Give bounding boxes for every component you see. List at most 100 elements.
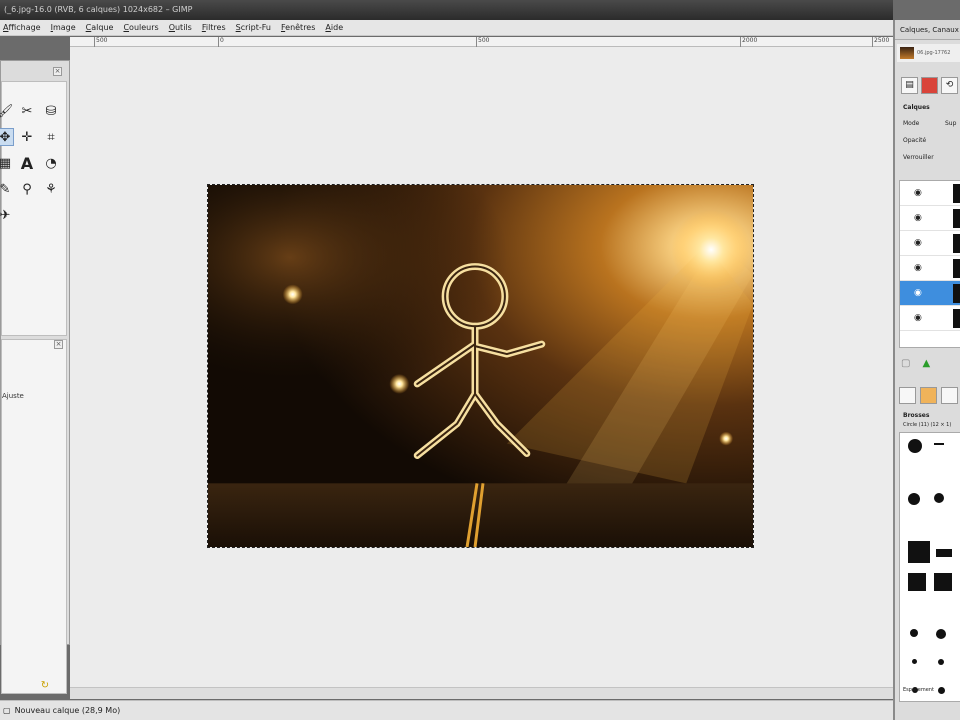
layers-heading: Calques: [903, 104, 930, 111]
tab-paths[interactable]: ⟲: [941, 76, 958, 94]
brush-swatch[interactable]: [908, 573, 926, 591]
menu-calque[interactable]: Calque: [86, 23, 114, 32]
eye-icon[interactable]: ◉: [914, 213, 922, 223]
dock-tabs: ▤ ⟲: [897, 74, 960, 96]
brushes-heading: Brosses: [903, 412, 930, 419]
layer-thumbnail: [953, 259, 960, 278]
horizontal-scrollbar[interactable]: [70, 687, 893, 699]
menu-script-fu[interactable]: Script-Fu: [236, 23, 271, 32]
layer-row[interactable]: ◉: [900, 306, 960, 331]
window-title: (_6.jpg-16.0 (RVB, 6 calques) 1024x682 –…: [4, 5, 193, 14]
menu-couleurs[interactable]: Couleurs: [123, 23, 158, 32]
brush-tabs: [899, 384, 960, 406]
ruler-tick: 500: [93, 37, 108, 47]
menu-filtres[interactable]: Filtres: [202, 23, 226, 32]
street-lamp: [719, 431, 734, 446]
layer-row[interactable]: ◉: [900, 231, 960, 256]
eye-icon[interactable]: ◉: [914, 238, 922, 248]
tab-brushes[interactable]: [899, 386, 916, 404]
menu-aide[interactable]: Aide: [325, 23, 343, 32]
tab-patterns[interactable]: [920, 386, 937, 404]
layer-row-selected[interactable]: ◉: [900, 281, 960, 306]
brush-swatch[interactable]: [934, 493, 944, 503]
tab-gradients[interactable]: [941, 386, 958, 404]
ruler-tick: 0: [218, 37, 224, 47]
text-tool-icon[interactable]: A: [18, 154, 36, 173]
bucket-tool-icon[interactable]: ⛁: [42, 102, 60, 120]
brush-swatch[interactable]: [936, 629, 946, 639]
scissors-tool-icon[interactable]: ✂: [18, 102, 36, 120]
brushes-grid[interactable]: [899, 432, 960, 702]
brush-swatch[interactable]: [938, 687, 945, 694]
eye-icon[interactable]: ◉: [914, 263, 922, 273]
eye-icon[interactable]: ◉: [914, 288, 922, 298]
horizontal-ruler[interactable]: 500 0 500 2000 2500: [70, 37, 893, 47]
window-titlebar: (_6.jpg-16.0 (RVB, 6 calques) 1024x682 –…: [0, 0, 893, 20]
measure-tool-icon[interactable]: ◔: [42, 154, 60, 172]
layer-row[interactable]: ◉: [900, 181, 960, 206]
brush-swatch[interactable]: [908, 541, 930, 563]
layer-thumbnail: [953, 209, 960, 228]
lock-label: Verrouiller: [903, 154, 934, 161]
paint-tool-icon[interactable]: 🖌: [0, 102, 14, 120]
layer-row[interactable]: ◉: [900, 206, 960, 231]
align-tool-icon[interactable]: ✛: [18, 128, 36, 146]
toolbox-tools-panel: 🖌 ✂ ⛁ ✥ ✛ ⌗ ▦ A ◔ ✎ ⚲ ⚘ ✈: [0, 81, 67, 336]
tool-option-label: Ajuste: [2, 392, 24, 400]
statusbar-icon: ▢: [3, 706, 11, 715]
dock-title: Calques, Canaux: [895, 20, 960, 40]
layer-buttons: ▢ ▲: [901, 358, 960, 372]
tab-layers[interactable]: ▤: [901, 76, 918, 94]
layer-thumbnail: [953, 184, 960, 203]
eye-icon[interactable]: ◉: [914, 313, 922, 323]
menu-fenetres[interactable]: Fenêtres: [281, 23, 315, 32]
image-thumbnail: [900, 47, 914, 59]
brush-swatch[interactable]: [934, 443, 944, 445]
image-name: 06.jpg-17762: [917, 50, 951, 56]
reset-options-icon[interactable]: ↻: [36, 676, 54, 694]
image-content[interactable]: [207, 184, 754, 548]
spacing-label: Espacement: [903, 687, 934, 693]
pencil-tool-icon[interactable]: ✎: [0, 180, 14, 198]
layer-row[interactable]: ◉: [900, 256, 960, 281]
toolbox-close-icon[interactable]: ×: [53, 67, 62, 76]
menu-image[interactable]: Image: [51, 23, 76, 32]
brush-swatch[interactable]: [938, 659, 944, 665]
street-lamp: [671, 209, 752, 290]
brush-swatch[interactable]: [912, 659, 917, 664]
new-layer-icon[interactable]: ▢: [901, 358, 910, 372]
color-tool-icon[interactable]: ▦: [0, 154, 14, 172]
clone-tool-icon[interactable]: ⚲: [18, 180, 36, 198]
brush-swatch[interactable]: [908, 439, 922, 453]
layer-thumbnail: [953, 309, 960, 328]
move-tool-icon[interactable]: ✥: [0, 128, 14, 146]
image-selector[interactable]: 06.jpg-17762: [897, 44, 960, 62]
tab-channels[interactable]: [921, 76, 938, 94]
brush-swatch[interactable]: [936, 549, 952, 557]
tool-options-close-icon[interactable]: ×: [54, 340, 63, 349]
mode-label: Mode: [903, 120, 920, 127]
brush-swatch[interactable]: [910, 629, 918, 637]
layers-list: ◉ ◉ ◉ ◉ ◉ ◉: [899, 180, 960, 348]
toolbox-window: 🖌 ✂ ⛁ ✥ ✛ ⌗ ▦ A ◔ ✎ ⚲ ⚘ ✈ × × Ajuste ↻: [0, 60, 70, 694]
raise-layer-icon[interactable]: ▲: [922, 358, 930, 372]
crop-tool-icon[interactable]: ⌗: [42, 128, 60, 146]
status-text: Nouveau calque (28,9 Mo): [14, 706, 121, 715]
status-bar: ▢ Nouveau calque (28,9 Mo): [0, 700, 893, 720]
menu-affichage[interactable]: Affichage: [3, 23, 41, 32]
ruler-tick: 500: [475, 37, 490, 47]
brush-swatch[interactable]: [934, 573, 952, 591]
street-lamp: [282, 284, 303, 305]
street-lamp: [389, 373, 410, 394]
airbrush-tool-icon[interactable]: ✈: [0, 206, 14, 224]
night-street-image: [208, 185, 753, 547]
mode-value[interactable]: Sup: [945, 120, 956, 127]
brush-swatch[interactable]: [908, 493, 920, 505]
layer-thumbnail: [953, 284, 960, 303]
menubar: Affichage Image Calque Couleurs Outils F…: [0, 20, 893, 36]
menu-outils[interactable]: Outils: [169, 23, 192, 32]
brush-name: Circle (11) (12 × 1): [903, 422, 952, 428]
image-canvas[interactable]: [70, 47, 893, 687]
eye-icon[interactable]: ◉: [914, 188, 922, 198]
smudge-tool-icon[interactable]: ⚘: [42, 180, 60, 198]
